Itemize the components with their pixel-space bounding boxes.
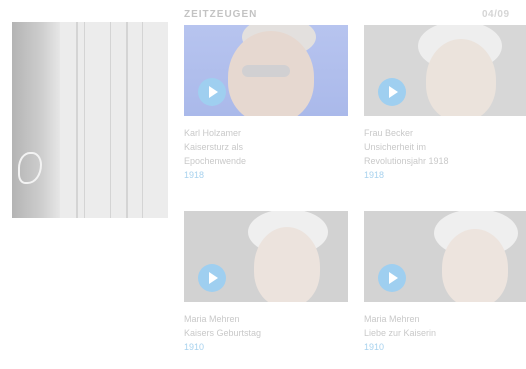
witness-caption: Maria Mehren Liebe zur Kaiserin 1910 [364, 312, 526, 354]
thumbnail-face [442, 229, 508, 302]
witness-name: Karl Holzamer [184, 128, 242, 138]
witness-card[interactable]: Karl Holzamer Kaisersturz als Epochenwen… [184, 25, 348, 182]
witness-title-line1: Unsicherheit im [364, 142, 427, 152]
witness-year: 1918 [184, 170, 205, 180]
witness-card[interactable]: Frau Becker Unsicherheit im Revolutionsj… [364, 25, 526, 182]
thumbnail-face [426, 39, 496, 116]
witness-caption: Karl Holzamer Kaisersturz als Epochenwen… [184, 126, 348, 182]
witness-year: 1910 [184, 342, 205, 352]
witness-year: 1918 [364, 170, 385, 180]
witness-caption: Frau Becker Unsicherheit im Revolutionsj… [364, 126, 526, 182]
thumbnail-glasses [242, 65, 290, 77]
witness-title-line2: Epochenwende [184, 156, 247, 166]
witness-caption: Maria Mehren Kaisers Geburtstag 1910 [184, 312, 348, 354]
film-edge-shade [12, 22, 60, 218]
witness-card[interactable]: Maria Mehren Liebe zur Kaiserin 1910 [364, 211, 526, 354]
video-thumbnail[interactable] [364, 25, 526, 116]
film-scratch [142, 22, 143, 218]
left-film-still[interactable] [12, 22, 168, 218]
film-scratch [76, 22, 78, 218]
film-scratch [126, 22, 128, 218]
witness-year: 1910 [364, 342, 385, 352]
witness-title-line2: Revolutionsjahr 1918 [364, 156, 449, 166]
witness-title-line1: Kaisers Geburtstag [184, 328, 262, 338]
witness-name: Maria Mehren [364, 314, 420, 324]
play-icon[interactable] [378, 264, 406, 292]
video-thumbnail[interactable] [184, 25, 348, 116]
witness-title-line1: Kaisersturz als [184, 142, 244, 152]
video-thumbnail[interactable] [364, 211, 526, 302]
witness-name: Maria Mehren [184, 314, 240, 324]
film-scratch [84, 22, 85, 218]
pager-indicator: 04/09 [482, 9, 510, 20]
witness-title-line1: Liebe zur Kaiserin [364, 328, 437, 338]
video-thumbnail[interactable] [184, 211, 348, 302]
play-icon[interactable] [198, 264, 226, 292]
play-icon[interactable] [198, 78, 226, 106]
section-title: ZEITZEUGEN [184, 9, 258, 20]
thumbnail-face [254, 227, 320, 302]
play-icon[interactable] [378, 78, 406, 106]
witness-card[interactable]: Maria Mehren Kaisers Geburtstag 1910 [184, 211, 348, 354]
film-scratch [110, 22, 111, 218]
witness-name: Frau Becker [364, 128, 414, 138]
